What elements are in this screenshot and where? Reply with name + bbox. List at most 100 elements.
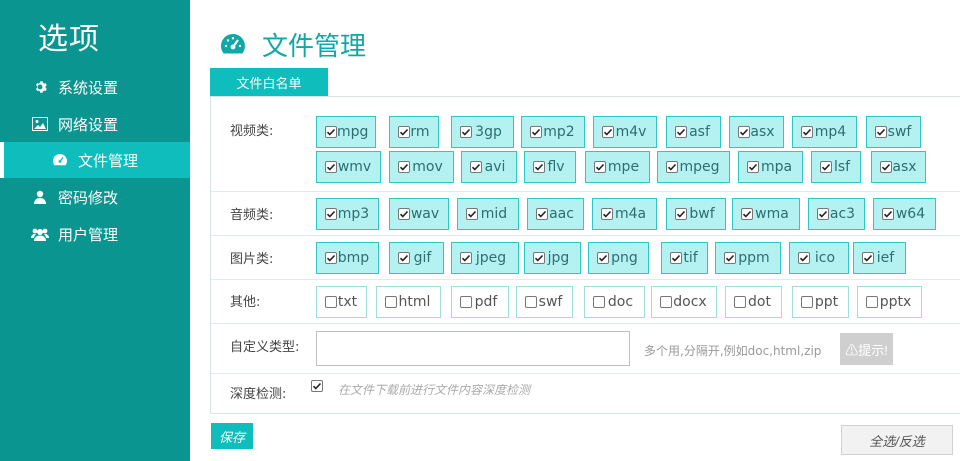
audio-filetype-checkbox[interactable]: bwf [666,198,726,230]
audio-filetype-checkbox[interactable]: aac [527,198,584,230]
other-filetype-checkbox[interactable]: docx [651,286,717,318]
filetype-label: mid [480,206,508,222]
video-filetype-checkbox[interactable]: mpg [316,116,376,148]
filetype-label: mpe [607,159,640,175]
image-filetype-checkbox[interactable]: jpg [524,242,581,274]
sidebar-item-label: 用户管理 [58,225,119,244]
filetype-label: jpeg [475,250,507,266]
filetype-label: flv [547,159,565,175]
video-filetype-checkbox[interactable]: asf [666,116,721,148]
sidebar-item-network-settings[interactable]: 网络设置 [0,106,190,142]
image-filetype-checkbox[interactable]: tif [661,242,708,274]
sidebar-item-system-settings[interactable]: 系统设置 [0,69,190,105]
sidebar-item-password[interactable]: 密码修改 [0,179,190,215]
video-filetype-checkbox[interactable]: mpe [585,151,650,183]
image-filetype-checkbox[interactable]: ico [789,242,849,274]
video-filetype-checkbox[interactable]: wmv [316,151,381,183]
checkbox-checked-icon [602,126,614,138]
checkbox-checked-icon [670,252,682,264]
checkbox-checked-icon [325,126,337,138]
other-filetype-checkbox[interactable]: pdf [451,286,509,318]
checkbox-empty-icon [593,296,605,308]
other-label: 其他: [230,295,261,310]
filetype-label: tif [683,250,698,266]
video-filetype-checkbox[interactable]: mov [389,151,454,183]
image-filetype-checkbox[interactable]: ppm [715,242,781,274]
video-filetype-checkbox[interactable]: lsf [811,151,861,183]
audio-filetype-checkbox[interactable]: mid [457,198,519,230]
custom-type-input[interactable] [316,331,630,366]
video-filetype-checkbox[interactable]: mpeg [657,151,730,183]
filetype-label: aac [549,206,574,222]
filetype-label: mpa [760,159,793,175]
select-all-button[interactable]: 全选/反选 [841,425,953,455]
filetype-label: ppm [738,250,770,266]
filetype-label: mpeg [679,159,720,175]
video-filetype-checkbox[interactable]: asx [729,116,784,148]
video-filetype-checkbox[interactable]: swf [866,116,921,148]
filetype-label: docx [673,294,707,310]
audio-filetype-checkbox[interactable]: ac3 [808,198,865,230]
checkbox-checked-icon [597,252,609,264]
image-filetype-checkbox[interactable]: jpeg [451,242,519,274]
other-filetype-checkbox[interactable]: html [376,286,441,318]
filetype-label: mp2 [543,124,575,140]
audio-filetype-checkbox[interactable]: wma [732,198,800,230]
image-filetype-checkbox[interactable]: ief [853,242,906,274]
audio-filetype-checkbox[interactable]: wav [389,198,449,230]
video-filetype-checkbox[interactable]: 3gp [451,116,514,148]
checkbox-checked-icon [601,208,613,220]
filetype-label: html [398,294,431,310]
sidebar-item-label: 文件管理 [78,151,139,170]
filetype-label: jpg [547,250,570,266]
image-filetype-checkbox[interactable]: gif [389,242,444,274]
filetype-label: ico [814,250,836,266]
filetype-label: asx [750,124,775,140]
save-button[interactable]: 保存 [211,423,253,449]
filetype-label: ief [876,250,895,266]
sidebar-item-file-management[interactable]: 文件管理 [0,142,190,178]
checkbox-checked-icon [325,161,337,173]
audio-label: 音频类: [230,208,274,223]
image-filetype-checkbox[interactable]: bmp [316,242,379,274]
image-label: 图片类: [230,252,274,267]
video-filetype-checkbox[interactable]: avi [461,151,517,183]
audio-filetype-checkbox[interactable]: mp3 [316,198,379,230]
checkbox-checked-icon [801,126,813,138]
checkbox-empty-icon [525,296,537,308]
checkbox-checked-icon [470,161,482,173]
audio-filetype-checkbox[interactable]: m4a [592,198,657,230]
sidebar-item-user-management[interactable]: 用户管理 [0,216,190,252]
image-filetype-checkbox[interactable]: png [588,242,649,274]
video-filetype-checkbox[interactable]: asx [871,151,926,183]
other-filetype-checkbox[interactable]: ppt [792,286,849,318]
other-filetype-checkbox[interactable]: txt [316,286,367,318]
other-filetype-checkbox[interactable]: swf [516,286,573,318]
video-filetype-checkbox[interactable]: m4v [593,116,657,148]
video-filetype-checkbox[interactable]: flv [524,151,576,183]
checkbox-checked-icon [882,208,894,220]
checkbox-empty-icon [801,296,813,308]
video-filetype-checkbox[interactable]: rm [389,116,439,148]
video-filetype-checkbox[interactable]: mpa [738,151,803,183]
checkbox-checked-icon [798,252,810,264]
video-filetype-checkbox[interactable]: mp2 [521,116,585,148]
filetype-label: png [611,250,638,266]
checkbox-checked-icon [325,252,337,264]
filetype-label: gif [413,250,432,266]
hint-button[interactable]: ⚠提示! [840,333,893,365]
filetype-label: dot [748,294,771,310]
audio-filetype-checkbox[interactable]: w64 [873,198,936,230]
tab-file-whitelist[interactable]: 文件白名单 [210,68,328,96]
video-filetype-checkbox[interactable]: mp4 [792,116,857,148]
page-title: 文件管理 [262,32,367,62]
other-filetype-checkbox[interactable]: dot [725,286,782,318]
checkbox-checked-icon [675,126,687,138]
other-filetype-checkbox[interactable]: doc [584,286,645,318]
filetype-label: mp3 [337,206,370,222]
checkbox-checked-icon [398,126,410,138]
checkbox-checked-icon [530,126,542,138]
other-filetype-checkbox[interactable]: pptx [857,286,922,318]
filetype-label: m4a [614,206,647,222]
deep-check-checkbox[interactable] [311,380,323,392]
